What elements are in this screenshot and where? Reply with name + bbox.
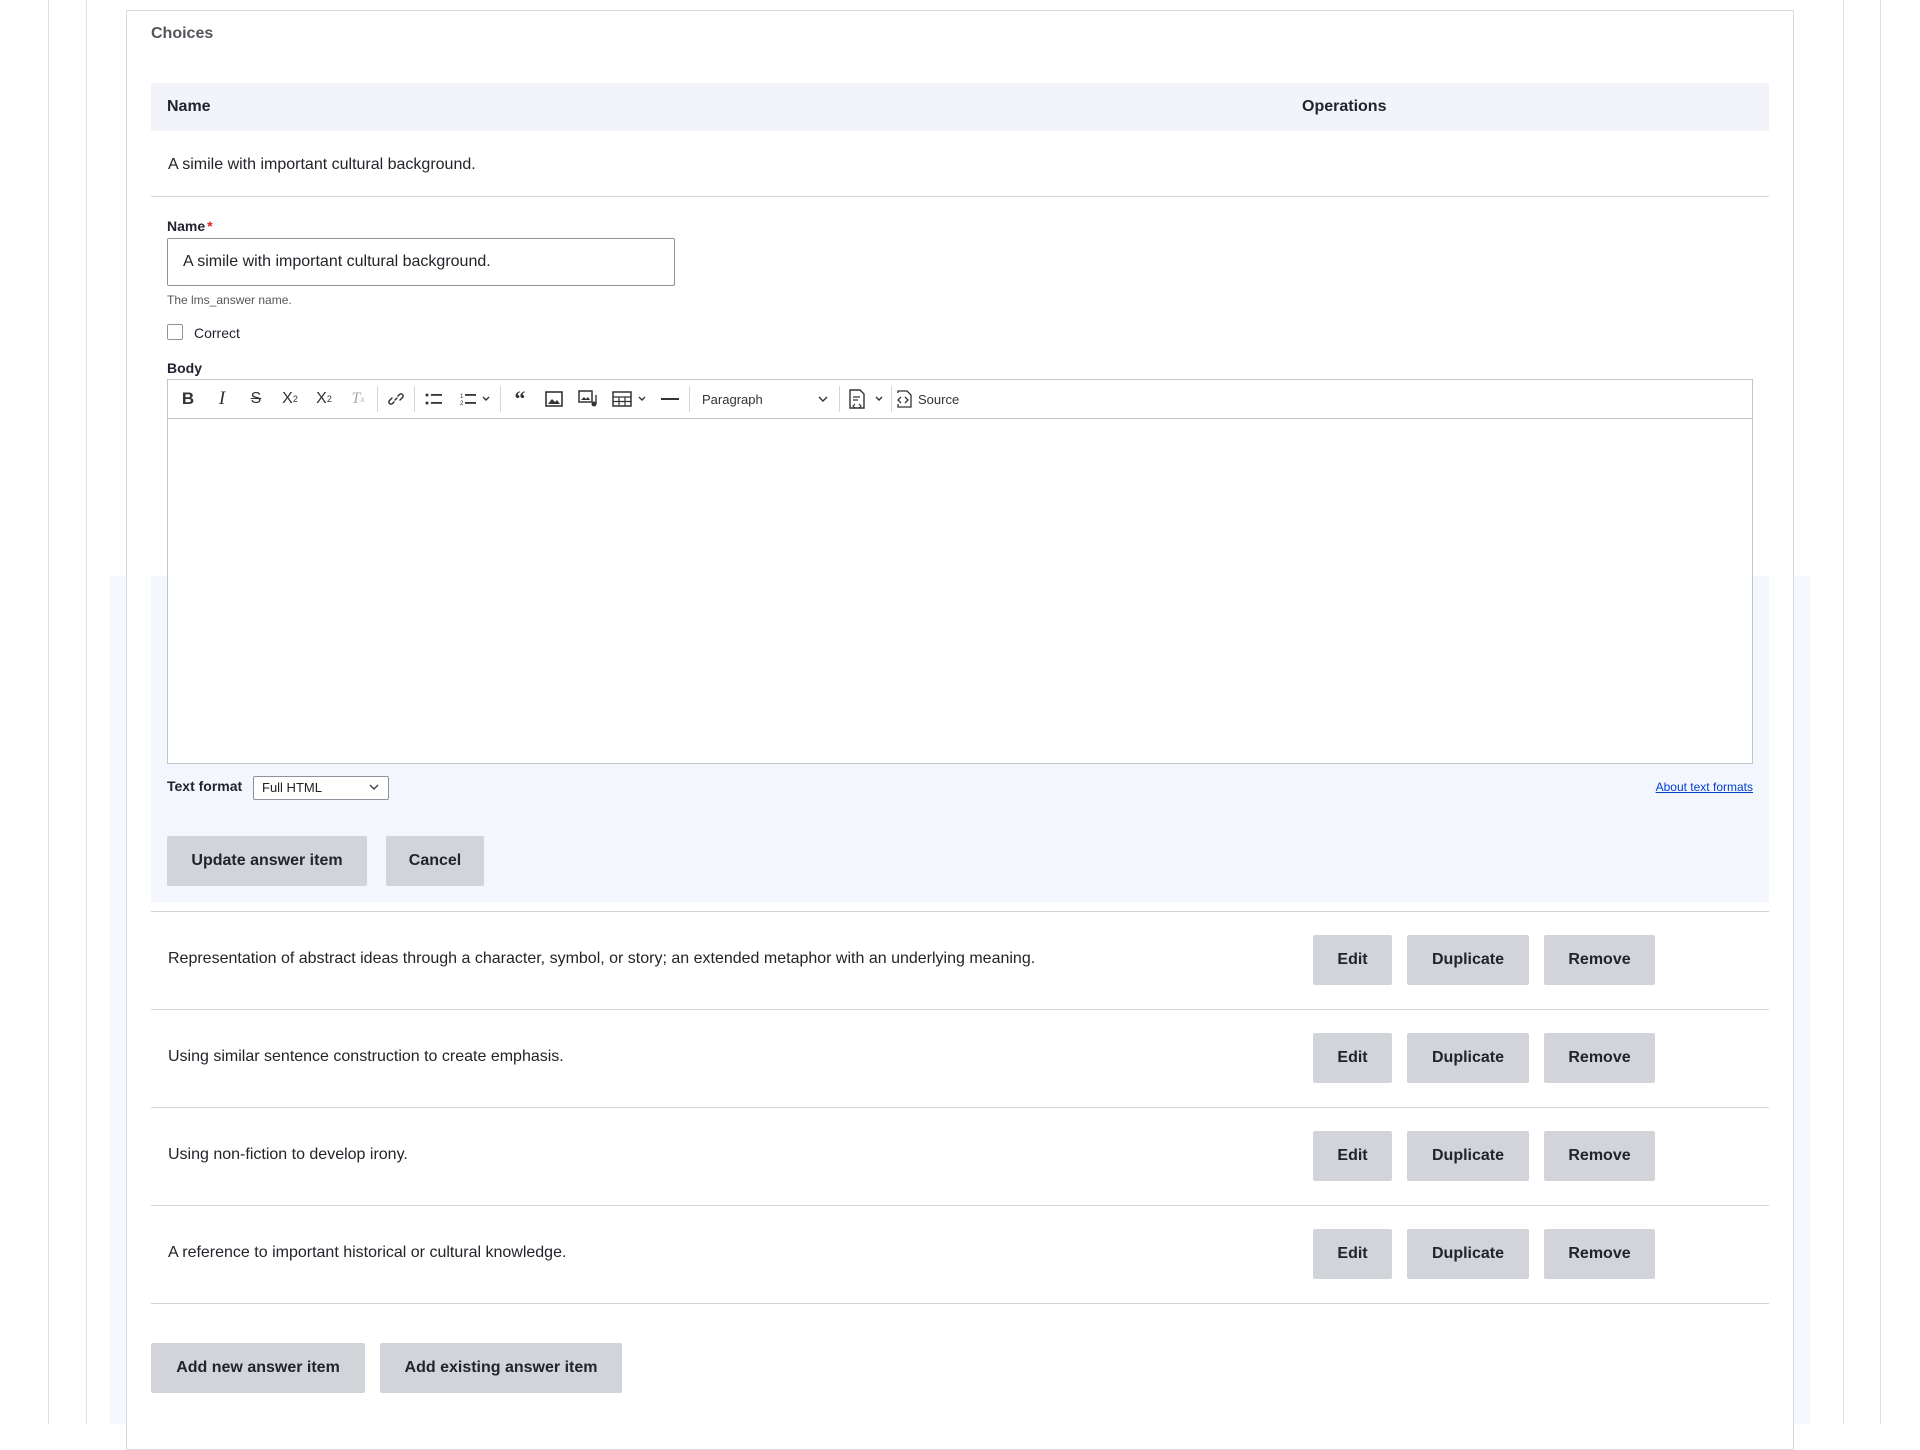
toolbar-separator (377, 386, 378, 412)
link-icon[interactable] (382, 384, 410, 414)
table-header: Name Operations (151, 83, 1769, 131)
inner-frame-right (1843, 0, 1844, 1424)
numbered-list-icon[interactable]: 12 (455, 384, 495, 414)
superscript-icon[interactable]: X2 (276, 384, 304, 414)
bold-icon[interactable]: B (174, 384, 202, 414)
edit-button[interactable]: Edit (1313, 1033, 1392, 1083)
toolbar-separator (689, 386, 690, 412)
about-text-formats-link[interactable]: About text formats (1656, 780, 1753, 794)
duplicate-button[interactable]: Duplicate (1407, 935, 1529, 985)
add-new-answer-item-button[interactable]: Add new answer item (151, 1343, 365, 1393)
correct-checkbox[interactable] (167, 324, 183, 340)
answer-edit-form: Name* The lms_answer name. Correct Body … (151, 196, 1769, 902)
choices-legend: Choices (151, 25, 214, 42)
row-label: A reference to important historical or c… (168, 1244, 567, 1261)
row-divider (151, 1303, 1769, 1304)
svg-text:1: 1 (460, 394, 464, 400)
name-input[interactable] (167, 238, 675, 286)
remove-button[interactable]: Remove (1544, 1131, 1655, 1181)
source-button[interactable]: Source (896, 384, 962, 414)
row-label: Using non-fiction to develop irony. (168, 1146, 408, 1163)
remove-button[interactable]: Remove (1544, 935, 1655, 985)
name-description: The lms_answer name. (167, 293, 292, 307)
add-existing-answer-item-button[interactable]: Add existing answer item (380, 1343, 622, 1393)
paragraph-dropdown[interactable]: Paragraph (694, 384, 836, 414)
row-divider (151, 911, 1769, 912)
row-divider (151, 1009, 1769, 1010)
rich-text-editor: B I S X2 X2 Tx 12 “ Paragraph Source (167, 379, 1753, 764)
text-format-label: Text format (167, 778, 243, 794)
paragraph-label: Paragraph (702, 391, 763, 407)
outer-frame-left (48, 0, 49, 1424)
editor-content-area[interactable] (168, 419, 1752, 763)
toolbar-separator (839, 386, 840, 412)
remove-button[interactable]: Remove (1544, 1229, 1655, 1279)
cancel-button[interactable]: Cancel (386, 836, 484, 886)
blockquote-icon[interactable]: “ (506, 384, 534, 414)
subscript-icon[interactable]: X2 (310, 384, 338, 414)
outer-frame-right (1880, 0, 1881, 1424)
remove-format-icon[interactable]: Tx (344, 384, 372, 414)
text-format-value: Full HTML (262, 780, 322, 795)
edit-button[interactable]: Edit (1313, 935, 1392, 985)
body-label: Body (167, 360, 202, 376)
table-icon[interactable] (608, 384, 652, 414)
update-answer-item-button[interactable]: Update answer item (167, 836, 367, 886)
code-block-icon[interactable] (844, 384, 888, 414)
italic-icon[interactable]: I (208, 384, 236, 414)
duplicate-button[interactable]: Duplicate (1407, 1229, 1529, 1279)
toolbar-separator (891, 386, 892, 412)
chevron-down-icon (369, 784, 379, 790)
edit-button[interactable]: Edit (1313, 1131, 1392, 1181)
row-label: Using similar sentence construction to c… (168, 1048, 564, 1065)
row-divider (151, 1205, 1769, 1206)
source-icon (897, 390, 912, 408)
remove-button[interactable]: Remove (1544, 1033, 1655, 1083)
svg-text:2: 2 (460, 401, 464, 406)
toolbar-separator (500, 386, 501, 412)
source-label: Source (918, 391, 960, 407)
name-field-label: Name * (167, 218, 213, 234)
row-divider (151, 1107, 1769, 1108)
required-marker: * (207, 218, 213, 234)
row-label: Representation of abstract ideas through… (168, 950, 1036, 967)
media-icon[interactable] (574, 384, 602, 414)
duplicate-button[interactable]: Duplicate (1407, 1033, 1529, 1083)
text-format-select[interactable]: Full HTML (253, 776, 389, 800)
horizontal-line-icon[interactable] (656, 384, 684, 414)
duplicate-button[interactable]: Duplicate (1407, 1131, 1529, 1181)
image-icon[interactable] (540, 384, 568, 414)
correct-label: Correct (194, 325, 240, 341)
edit-button[interactable]: Edit (1313, 1229, 1392, 1279)
inner-frame-left (86, 0, 87, 1424)
toolbar-separator (414, 386, 415, 412)
editor-toolbar: B I S X2 X2 Tx 12 “ Paragraph Source (168, 380, 1752, 419)
column-header-name: Name (167, 98, 211, 115)
chevron-down-icon (818, 396, 828, 402)
strikethrough-icon[interactable]: S (242, 384, 270, 414)
column-header-operations: Operations (1302, 98, 1387, 115)
editing-row-label: A simile with important cultural backgro… (168, 156, 476, 173)
bulleted-list-icon[interactable] (420, 384, 448, 414)
